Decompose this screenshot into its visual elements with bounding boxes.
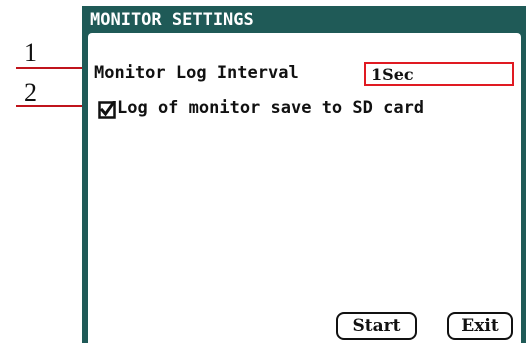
save-to-sd-checkbox[interactable] [98, 101, 116, 119]
screen-title: MONITOR SETTINGS [90, 9, 254, 30]
cropped-text-fragment: ᵃ ᵃᵉᵒᵘ [0, 0, 36, 8]
log-interval-value: 1Sec [371, 64, 414, 84]
exit-button[interactable]: Exit [447, 312, 513, 340]
device-screen: MONITOR SETTINGS Monitor Log Interval 1S… [82, 6, 526, 343]
save-to-sd-label: Log of monitor save to SD card [117, 98, 425, 118]
settings-panel: Monitor Log Interval 1Sec Log of monitor… [88, 33, 521, 343]
log-interval-label: Monitor Log Interval [94, 63, 299, 83]
callout-number-1: 1 [24, 38, 37, 67]
start-button[interactable]: Start [336, 312, 417, 340]
title-bar: MONITOR SETTINGS [82, 6, 526, 33]
callout-number-2: 2 [24, 78, 37, 107]
log-interval-field[interactable]: 1Sec [364, 62, 514, 86]
